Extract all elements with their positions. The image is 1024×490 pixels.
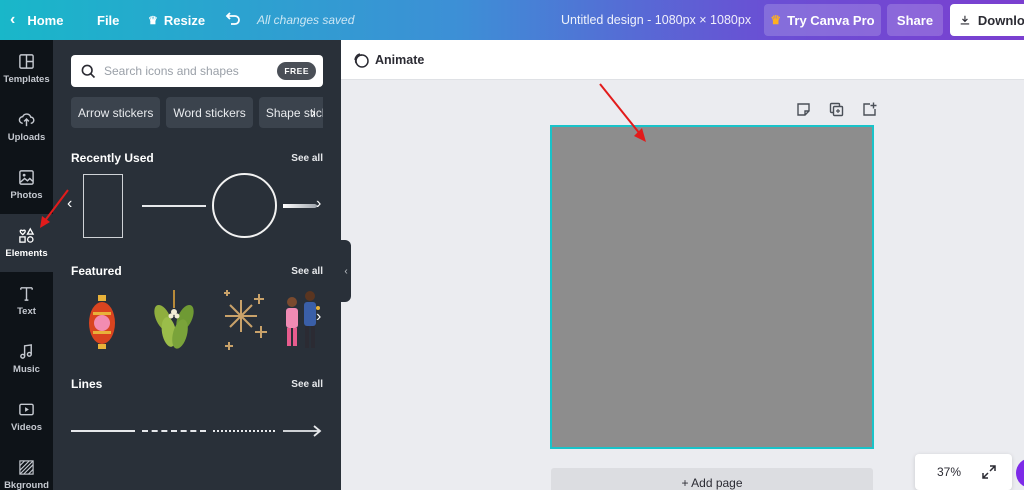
resize-button[interactable]: ♛ Resize bbox=[148, 0, 205, 40]
fullscreen-icon[interactable] bbox=[981, 464, 997, 480]
animate-icon[interactable] bbox=[353, 52, 369, 68]
zoom-level[interactable]: 37% bbox=[937, 465, 961, 479]
recent-line-shape[interactable] bbox=[142, 205, 206, 207]
recently-used-title: Recently Used bbox=[71, 151, 154, 165]
page-tools bbox=[796, 102, 877, 117]
rail-item-uploads[interactable]: Uploads bbox=[0, 98, 53, 156]
add-page-icon[interactable] bbox=[862, 102, 877, 117]
snowflakes-icon[interactable] bbox=[221, 286, 269, 352]
lines-title: Lines bbox=[71, 377, 103, 391]
file-menu[interactable]: File bbox=[97, 0, 119, 40]
zoom-control: 37% bbox=[915, 454, 1012, 490]
line-dotted[interactable] bbox=[213, 430, 275, 432]
sticker-chips: Arrow stickers Word stickers Shape stick… bbox=[71, 97, 323, 128]
elements-panel: FREE Arrow stickers Word stickers Shape … bbox=[53, 40, 341, 490]
top-bar: ‹ Home File ♛ Resize All changes saved U… bbox=[0, 0, 1024, 40]
chevron-left-icon: ‹ bbox=[10, 11, 16, 28]
recent-circle-shape[interactable] bbox=[212, 173, 277, 238]
upload-cloud-icon bbox=[18, 113, 35, 127]
search-box[interactable]: FREE bbox=[71, 55, 323, 87]
line-solid[interactable] bbox=[71, 430, 135, 432]
lines-see-all[interactable]: See all bbox=[291, 379, 323, 390]
music-note-icon bbox=[20, 344, 32, 359]
download-button[interactable]: Download bbox=[950, 4, 1024, 36]
recent-rectangle-shape[interactable] bbox=[83, 174, 123, 238]
rail-item-elements[interactable]: Elements bbox=[0, 214, 53, 272]
search-input[interactable] bbox=[104, 64, 274, 78]
featured-title: Featured bbox=[71, 264, 122, 278]
undo-icon bbox=[225, 12, 240, 25]
try-canva-pro-button[interactable]: ♛ Try Canva Pro bbox=[764, 4, 881, 36]
chip-arrow-stickers[interactable]: Arrow stickers bbox=[71, 97, 161, 128]
design-page[interactable] bbox=[550, 125, 874, 449]
background-icon bbox=[19, 460, 34, 475]
recently-used-see-all[interactable]: See all bbox=[291, 153, 323, 164]
help-button[interactable] bbox=[1016, 458, 1024, 488]
undo-button[interactable] bbox=[224, 10, 242, 33]
line-arrow[interactable] bbox=[283, 424, 323, 438]
text-icon bbox=[20, 287, 33, 301]
chip-word-stickers[interactable]: Word stickers bbox=[166, 97, 253, 128]
shapes-icon bbox=[19, 227, 35, 243]
download-icon bbox=[960, 15, 970, 25]
search-icon bbox=[81, 64, 96, 78]
rail-item-templates[interactable]: Templates bbox=[0, 40, 53, 98]
featured-see-all[interactable]: See all bbox=[291, 266, 323, 277]
mistletoe-icon[interactable] bbox=[147, 288, 201, 354]
rail-item-background[interactable]: Bkground bbox=[0, 446, 53, 490]
templates-icon bbox=[19, 54, 34, 69]
duplicate-page-icon[interactable] bbox=[829, 102, 844, 117]
free-badge: FREE bbox=[277, 62, 316, 80]
rail-item-videos[interactable]: Videos bbox=[0, 388, 53, 446]
lantern-ornament-icon[interactable] bbox=[87, 293, 117, 351]
rail-item-music[interactable]: Music bbox=[0, 330, 53, 388]
chevron-right-icon[interactable]: › bbox=[316, 195, 321, 213]
animate-button[interactable]: Animate bbox=[375, 53, 424, 67]
home-button[interactable]: ‹ Home bbox=[10, 0, 63, 40]
left-rail: Templates Uploads Photos Elements Text M… bbox=[0, 40, 53, 490]
crown-icon: ♛ bbox=[148, 14, 158, 27]
chevron-right-icon[interactable]: › bbox=[316, 308, 321, 326]
chevron-left-icon[interactable]: ‹ bbox=[67, 195, 72, 213]
rail-item-photos[interactable]: Photos bbox=[0, 156, 53, 214]
add-page-button[interactable]: + Add page bbox=[551, 468, 873, 490]
rail-item-text[interactable]: Text bbox=[0, 272, 53, 330]
share-button[interactable]: Share bbox=[887, 4, 943, 36]
line-dashed[interactable] bbox=[142, 430, 206, 432]
save-status: All changes saved bbox=[257, 13, 355, 27]
crown-icon: ♛ bbox=[770, 13, 782, 27]
chevron-left-icon: ‹ bbox=[344, 265, 348, 277]
page-note-icon[interactable] bbox=[796, 102, 811, 117]
editor-toolbar: Animate bbox=[341, 40, 1024, 80]
video-icon bbox=[19, 403, 34, 416]
panel-collapse-tab[interactable]: ‹ bbox=[341, 240, 351, 302]
photo-icon bbox=[19, 170, 34, 185]
chevron-right-icon[interactable]: › bbox=[311, 104, 316, 120]
document-title[interactable]: Untitled design - 1080px × 1080px bbox=[561, 0, 751, 40]
